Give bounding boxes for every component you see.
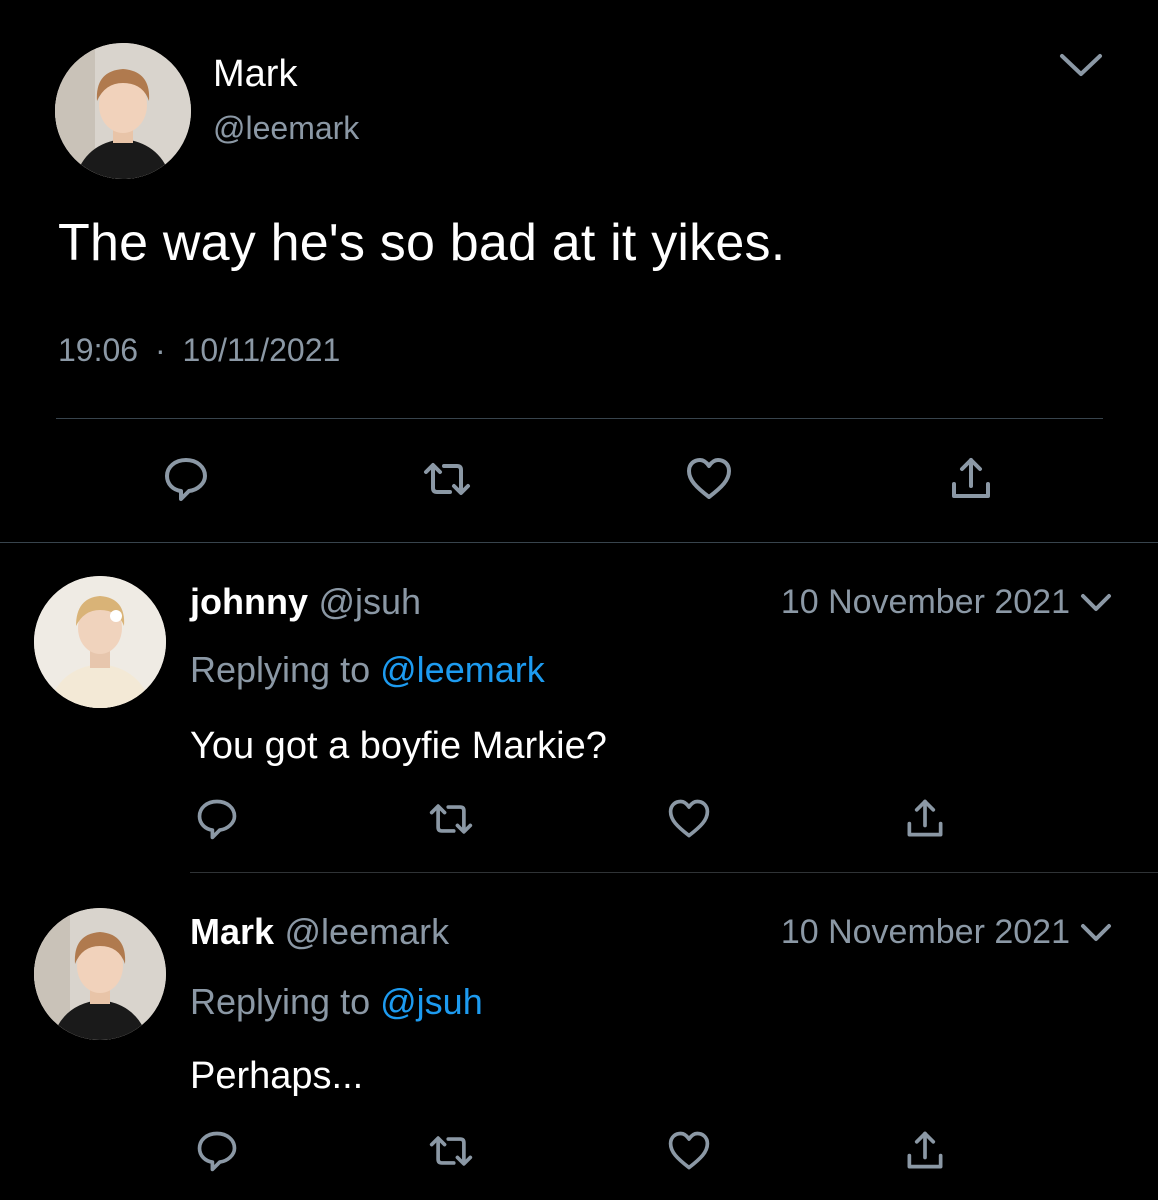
replying-to: Replying to @leemark xyxy=(190,650,545,690)
divider xyxy=(56,418,1103,419)
mention-link[interactable]: @leemark xyxy=(380,649,545,690)
reply-icon[interactable] xyxy=(194,796,240,842)
avatar[interactable] xyxy=(55,43,191,179)
heart-icon[interactable] xyxy=(684,454,734,504)
reply-header: Mark @leemark xyxy=(190,912,449,952)
tweet-date: 10/11/2021 xyxy=(182,332,341,368)
chevron-down-icon[interactable] xyxy=(1080,922,1112,944)
share-icon[interactable] xyxy=(946,454,996,504)
author-handle[interactable]: @jsuh xyxy=(318,581,421,622)
replying-prefix: Replying to xyxy=(190,649,371,690)
tweet-text: You got a boyfie Markie? xyxy=(190,725,607,767)
retweet-icon[interactable] xyxy=(428,1128,474,1174)
author-name[interactable]: Mark xyxy=(213,54,297,94)
retweet-icon[interactable] xyxy=(422,454,472,504)
reply-icon[interactable] xyxy=(161,454,211,504)
author-handle[interactable]: @leemark xyxy=(213,110,359,146)
section-divider xyxy=(0,542,1158,543)
author-name[interactable]: Mark xyxy=(190,911,274,952)
retweet-icon[interactable] xyxy=(428,796,474,842)
divider xyxy=(190,872,1158,873)
avatar-image xyxy=(55,43,191,179)
author-name[interactable]: johnny xyxy=(190,581,308,622)
share-icon[interactable] xyxy=(902,796,948,842)
chevron-down-icon[interactable] xyxy=(1058,50,1104,80)
timestamp-separator: · xyxy=(154,332,166,368)
avatar[interactable] xyxy=(34,576,166,708)
heart-icon[interactable] xyxy=(666,1128,712,1174)
avatar-image xyxy=(34,576,166,708)
author-handle[interactable]: @leemark xyxy=(285,911,450,952)
tweet-time: 19:06 xyxy=(58,332,139,368)
tweet-timestamp[interactable]: 19:06 · 10/11/2021 xyxy=(58,330,340,370)
replying-prefix: Replying to xyxy=(190,981,371,1022)
mention-link[interactable]: @jsuh xyxy=(380,981,483,1022)
reply-header: johnny @jsuh xyxy=(190,582,421,622)
reply-date[interactable]: 10 November 2021 xyxy=(781,582,1070,622)
share-icon[interactable] xyxy=(902,1128,948,1174)
chevron-down-icon[interactable] xyxy=(1080,592,1112,614)
replying-to: Replying to @jsuh xyxy=(190,982,483,1022)
tweet-text: The way he's so bad at it yikes. xyxy=(58,214,786,272)
avatar[interactable] xyxy=(34,908,166,1040)
reply-icon[interactable] xyxy=(194,1128,240,1174)
tweet-text: Perhaps... xyxy=(190,1055,364,1097)
heart-icon[interactable] xyxy=(666,796,712,842)
avatar-image xyxy=(34,908,166,1040)
reply-date[interactable]: 10 November 2021 xyxy=(781,912,1070,952)
